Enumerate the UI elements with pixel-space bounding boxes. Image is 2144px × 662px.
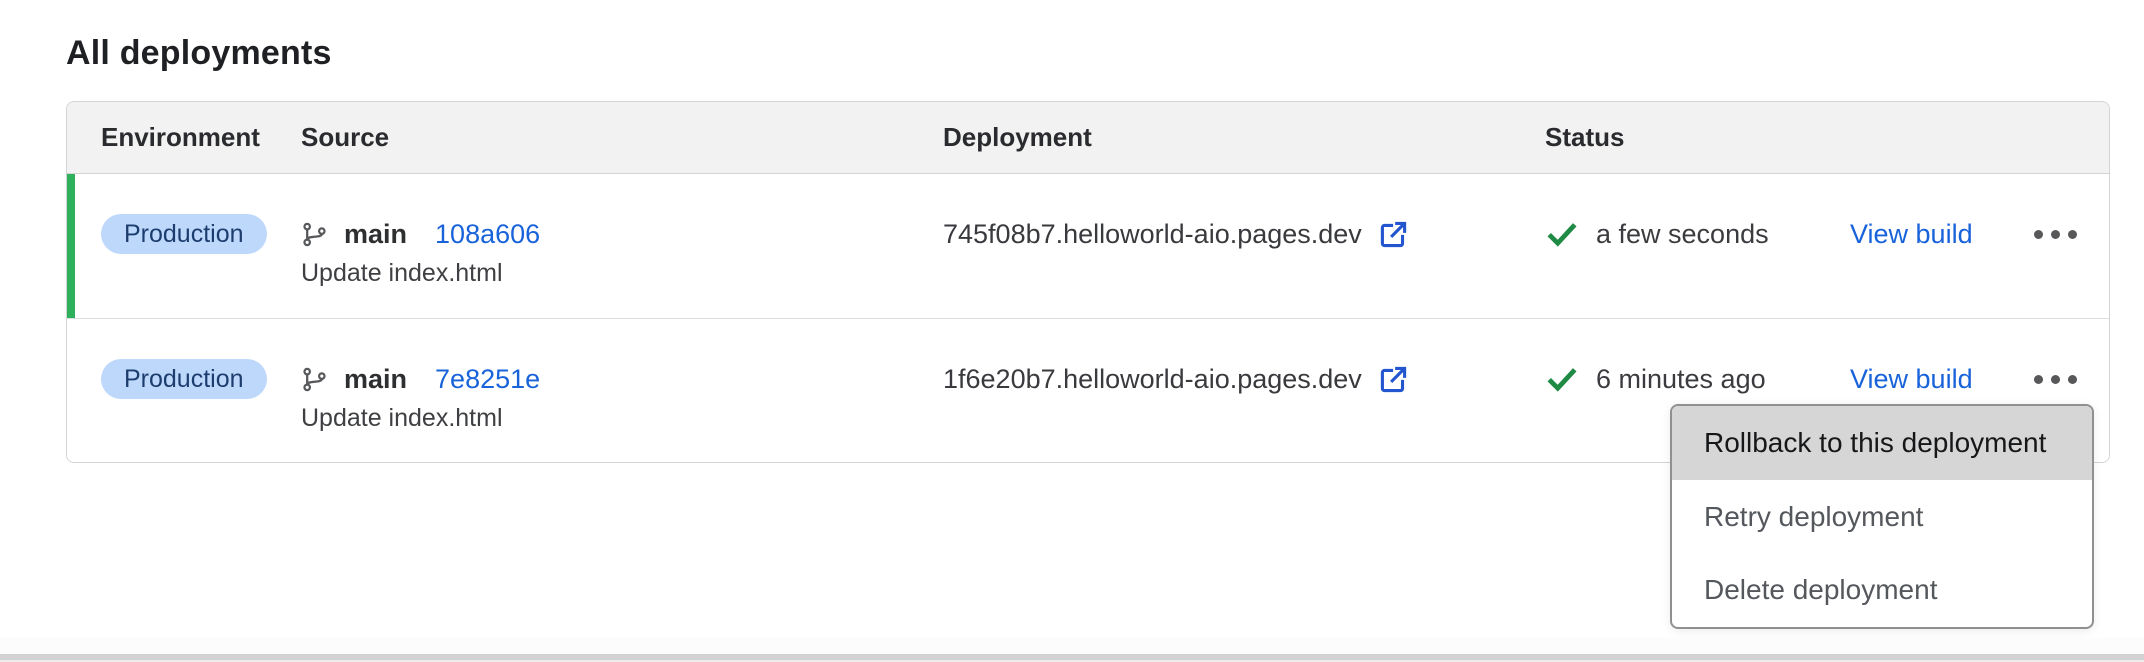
commit-link[interactable]: 108a606 — [435, 219, 540, 250]
environment-badge: Production — [101, 359, 267, 399]
column-header-status: Status — [1545, 122, 2109, 153]
git-branch-icon — [301, 221, 328, 248]
git-branch-icon — [301, 366, 328, 393]
deployments-page: All deployments Environment Source Deplo… — [0, 0, 2144, 662]
branch-name: main — [344, 364, 407, 395]
deployment-url: 745f08b7.helloworld-aio.pages.dev — [943, 219, 1362, 250]
status-cell: a few seconds View build — [1545, 174, 2109, 318]
commit-message: Update index.html — [301, 255, 943, 291]
current-deployment-indicator-bar — [67, 174, 75, 318]
deployment-url-link[interactable]: 1f6e20b7.helloworld-aio.pages.dev — [943, 359, 1409, 399]
environment-badge: Production — [101, 214, 267, 254]
table-header-row: Environment Source Deployment Status — [67, 102, 2109, 174]
source-cell: main 7e8251e Update index.html — [301, 319, 943, 462]
ellipsis-icon — [2034, 375, 2043, 384]
column-header-source: Source — [301, 122, 943, 153]
status-time: 6 minutes ago — [1596, 364, 1766, 395]
page-title: All deployments — [66, 34, 332, 73]
more-actions-button[interactable] — [2034, 214, 2077, 254]
commit-message: Update index.html — [301, 400, 943, 436]
status-time: a few seconds — [1596, 219, 1769, 250]
success-check-icon — [1545, 219, 1579, 249]
status-group: 6 minutes ago — [1545, 359, 1850, 399]
deployment-url: 1f6e20b7.helloworld-aio.pages.dev — [943, 364, 1362, 395]
deployment-cell: 745f08b7.helloworld-aio.pages.dev — [943, 174, 1545, 318]
view-build-link[interactable]: View build — [1850, 214, 1973, 254]
environment-cell: Production — [67, 319, 301, 462]
source-line: main 108a606 — [301, 214, 943, 254]
page-bottom-band — [0, 638, 2144, 654]
external-link-icon — [1378, 219, 1409, 250]
table-row-deployment-latest: Production main 108a606 — [67, 174, 2109, 318]
view-build-link[interactable]: View build — [1850, 359, 1973, 399]
column-header-deployment: Deployment — [943, 122, 1545, 153]
menu-item-rollback[interactable]: Rollback to this deployment — [1672, 406, 2092, 480]
menu-item-delete[interactable]: Delete deployment — [1672, 553, 2092, 627]
ellipsis-icon — [2034, 230, 2043, 239]
source-line: main 7e8251e — [301, 359, 943, 399]
branch-name: main — [344, 219, 407, 250]
status-group: a few seconds — [1545, 214, 1850, 254]
deployment-actions-menu: Rollback to this deployment Retry deploy… — [1670, 404, 2094, 629]
deployment-cell: 1f6e20b7.helloworld-aio.pages.dev — [943, 319, 1545, 462]
environment-cell: Production — [67, 174, 301, 318]
source-cell: main 108a606 Update index.html — [301, 174, 943, 318]
deployment-url-link[interactable]: 745f08b7.helloworld-aio.pages.dev — [943, 214, 1409, 254]
more-actions-button[interactable] — [2034, 359, 2077, 399]
external-link-icon — [1378, 364, 1409, 395]
commit-link[interactable]: 7e8251e — [435, 364, 540, 395]
column-header-environment: Environment — [67, 122, 301, 153]
success-check-icon — [1545, 364, 1579, 394]
menu-item-retry[interactable]: Retry deployment — [1672, 480, 2092, 554]
